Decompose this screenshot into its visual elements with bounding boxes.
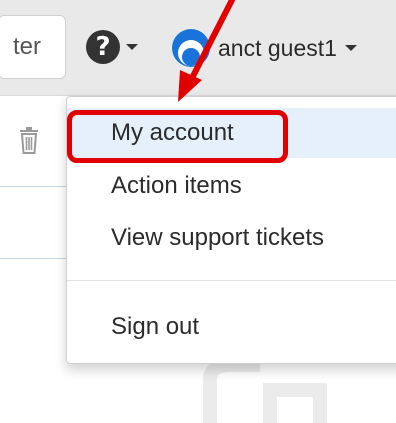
menu-item-sign-out[interactable]: Sign out — [67, 302, 396, 352]
menu-item-action-items[interactable]: Action items — [67, 161, 396, 211]
background-watermark-graphic — [203, 360, 327, 423]
content-divider — [0, 258, 70, 259]
menu-item-view-support-tickets[interactable]: View support tickets — [67, 213, 396, 263]
caret-down-icon — [126, 44, 138, 50]
trash-icon[interactable] — [18, 126, 40, 154]
menu-divider — [67, 280, 396, 281]
user-menu-button[interactable]: anct guest1 — [172, 26, 357, 70]
top-navbar: ? anct guest1 — [0, 0, 396, 96]
question-circle-icon: ? — [86, 30, 120, 64]
content-divider — [0, 186, 70, 187]
caret-down-icon — [344, 45, 357, 51]
help-menu-button[interactable]: ? — [86, 25, 138, 69]
user-name-label: anct guest1 — [218, 34, 337, 61]
menu-item-my-account[interactable]: My account — [67, 108, 396, 158]
filter-input[interactable] — [0, 15, 66, 79]
user-avatar-icon — [172, 29, 210, 67]
user-dropdown-menu: My account Action items View support tic… — [66, 96, 396, 364]
